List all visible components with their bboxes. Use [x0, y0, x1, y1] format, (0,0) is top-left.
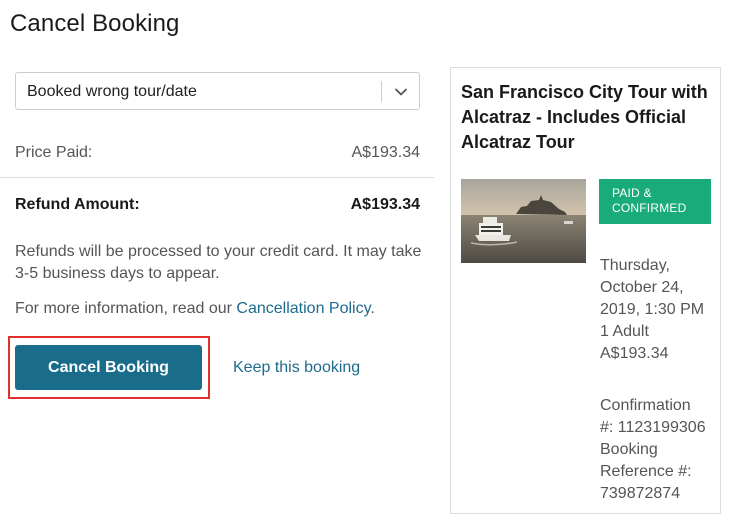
price-paid-value: A$193.34: [351, 144, 420, 161]
more-info-prefix: For more information, read our: [15, 300, 237, 317]
cancellation-policy-link[interactable]: Cancellation Policy: [236, 300, 370, 317]
refund-note: Refunds will be processed to your credit…: [15, 243, 422, 282]
status-line-2: CONFIRMED: [612, 201, 687, 215]
booking-date-line-2: October 24,: [600, 279, 684, 296]
cancel-booking-button[interactable]: Cancel Booking: [15, 345, 202, 390]
travelers: 1 Adult: [600, 323, 649, 340]
reference-line-2: Reference #:: [600, 463, 692, 480]
price-paid-label: Price Paid:: [15, 144, 93, 161]
cancel-reason-select[interactable]: Booked wrong tour/date: [15, 72, 420, 110]
confirmation-line-1: Confirmation: [600, 397, 691, 414]
booking-price: A$193.34: [600, 345, 669, 362]
refund-amount-value: A$193.34: [350, 196, 420, 213]
booking-date-line-1: Thursday,: [600, 257, 670, 274]
section-divider: [0, 177, 434, 178]
booking-summary-card: San Francisco City Tour with Alcatraz - …: [450, 67, 721, 514]
refund-amount-label: Refund Amount:: [15, 196, 140, 213]
confirmation-details: Confirmation #: 1123199306 Booking Refer…: [600, 395, 720, 505]
reference-line-1: Booking: [600, 441, 658, 458]
status-badge: PAID & CONFIRMED: [599, 179, 711, 224]
booking-date-line-3: 2019, 1:30 PM: [600, 301, 705, 318]
confirmation-line-2: #: 1123199306: [600, 419, 706, 436]
page-title: Cancel Booking: [10, 10, 180, 37]
tour-title: San Francisco City Tour with Alcatraz - …: [461, 82, 708, 152]
tour-image: [461, 179, 586, 263]
select-divider: [381, 81, 382, 102]
cancel-reason-value: Booked wrong tour/date: [27, 83, 197, 100]
more-info-text: For more information, read our Cancellat…: [15, 300, 375, 318]
more-info-suffix: .: [370, 300, 375, 317]
reference-line-3: 739872874: [600, 485, 681, 502]
status-line-1: PAID &: [612, 186, 652, 200]
keep-booking-link[interactable]: Keep this booking: [233, 359, 360, 377]
tour-photo: [461, 179, 586, 263]
booking-details: Thursday, October 24, 2019, 1:30 PM 1 Ad…: [600, 255, 720, 365]
chevron-down-icon[interactable]: [394, 85, 408, 99]
